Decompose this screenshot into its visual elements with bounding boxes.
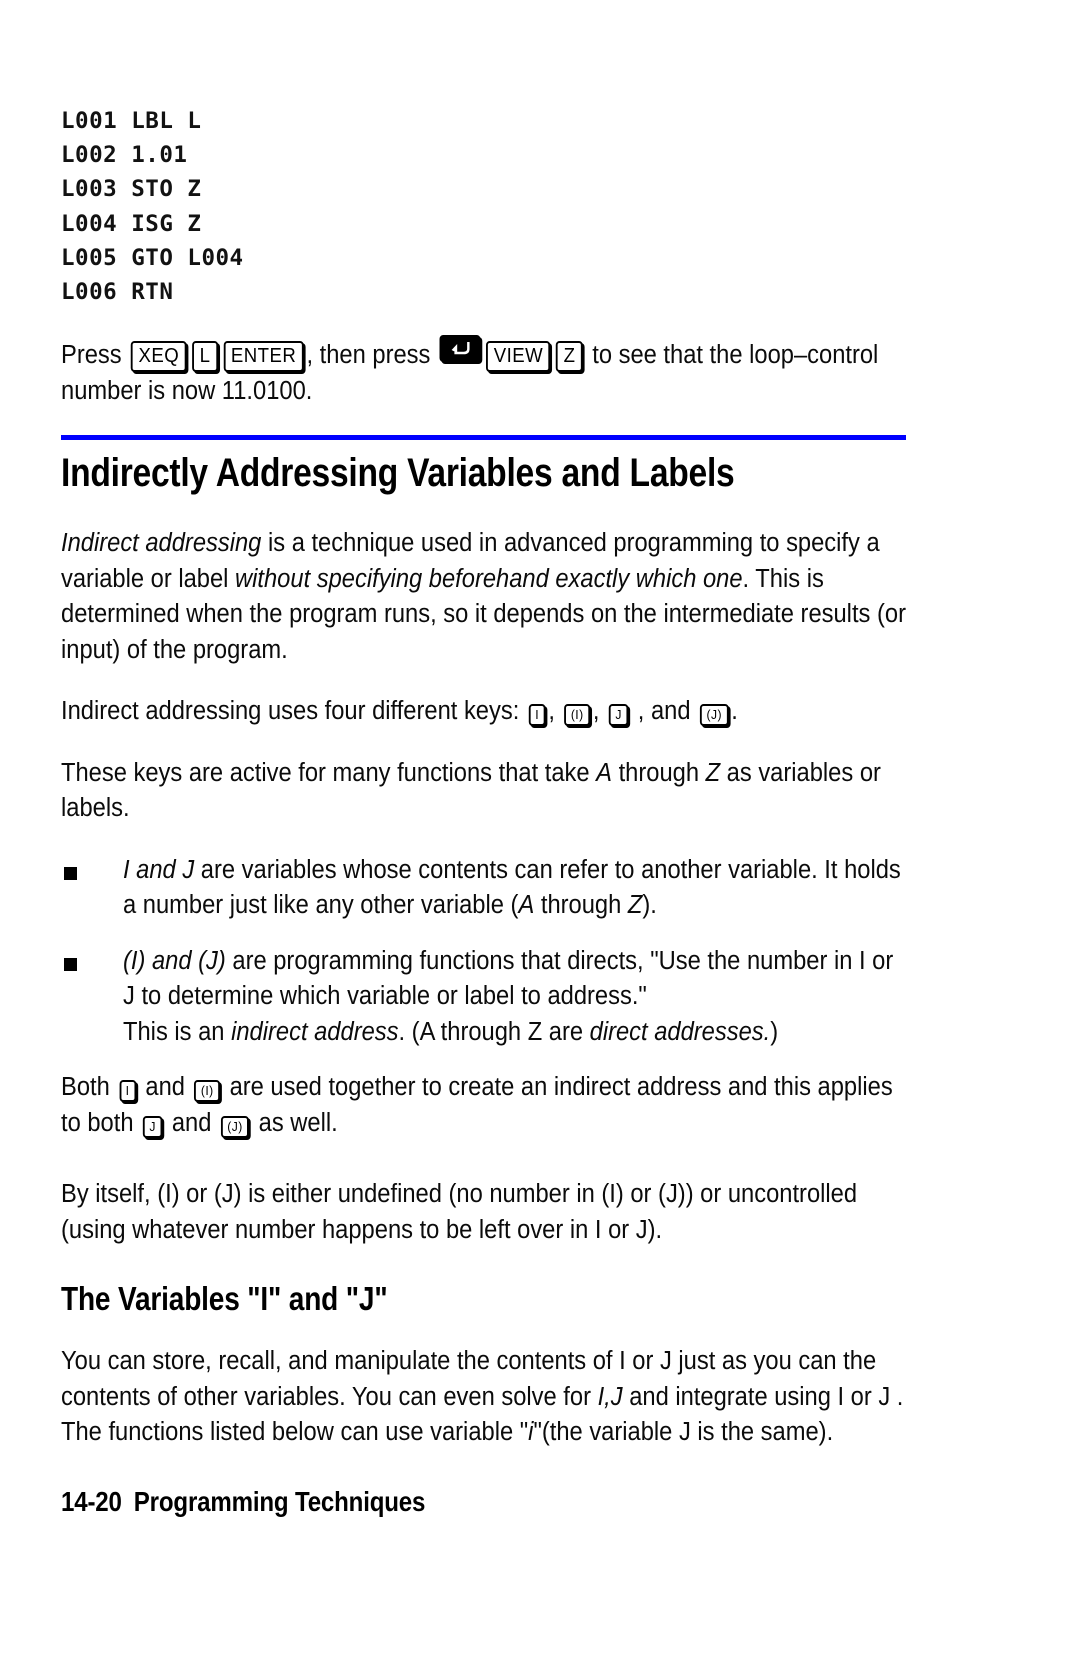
subsection-paragraph: You can store, recall, and manipulate th… <box>61 1344 910 1451</box>
press-instruction-paragraph: Press XEQ L ENTER, then press VIEW Z to see… <box>61 335 910 409</box>
bullet-1-tail: ). <box>642 891 657 920</box>
program-line: L001 LBL L <box>61 108 202 134</box>
key-i-indirect[interactable]: (I) <box>564 704 591 727</box>
bullet-2-italic-indirect: indirect address <box>231 1017 399 1046</box>
square-bullet-icon <box>64 866 77 880</box>
both-a: Both <box>61 1073 117 1102</box>
subsection-title: The Variables "I" and "J" <box>61 1280 388 1318</box>
bullet-2-line2-b: . (A through Z are <box>398 1017 590 1046</box>
bullet-2-line2-c: ) <box>770 1017 779 1046</box>
program-line: L005 GTO L004 <box>61 244 244 271</box>
then-press-label: , then press <box>306 341 437 370</box>
bullet-2-line2-a: This is an <box>123 1017 232 1046</box>
four-keys-and: , and <box>631 697 698 726</box>
active-keys-a: These keys are active for many functions… <box>61 758 597 787</box>
bullet-2-text: are programming functions that directs, … <box>123 946 894 1011</box>
bullet-2-italic-lead: (I) and (J) <box>123 946 233 975</box>
intro-paragraph: Indirect addressing is a technique used … <box>61 526 910 668</box>
page-footer: 14-20 Programming Techniques <box>61 1486 788 1518</box>
both-d: and <box>165 1108 218 1137</box>
four-keys-end: . <box>731 697 738 726</box>
four-keys-paragraph: Indirect addressing uses four different … <box>61 694 910 730</box>
key-j[interactable]: J <box>142 1115 163 1138</box>
key-i-indirect[interactable]: (I) <box>194 1080 221 1103</box>
intro-italic-phrase: without specifying beforehand exactly wh… <box>235 564 743 593</box>
bullet-2-italic-direct: direct addresses. <box>589 1017 771 1046</box>
section-divider-rule <box>61 435 906 441</box>
list-item: I and J are variables whose contents can… <box>61 853 906 924</box>
active-keys-var-a: A <box>596 758 612 787</box>
both-b: and <box>138 1073 192 1102</box>
key-l[interactable]: L <box>192 341 218 373</box>
key-j[interactable]: J <box>608 704 629 727</box>
key-j-indirect[interactable]: (J) <box>699 704 729 727</box>
press-label: Press <box>61 341 129 370</box>
program-line: L004 ISG Z <box>61 210 202 237</box>
active-keys-paragraph: These keys are active for many functions… <box>61 756 910 827</box>
key-enter[interactable]: ENTER <box>223 341 304 373</box>
bullet-text: I and J are variables whose contents can… <box>123 853 909 924</box>
active-keys-c: through <box>611 758 706 787</box>
by-itself-paragraph: By itself, (I) or (J) is either undefine… <box>61 1180 858 1244</box>
indirect-address-bullet-list: I and J are variables whose contents can… <box>61 853 906 1051</box>
subsection-body-c: "(the variable J is the same). <box>533 1418 834 1447</box>
program-line: L003 STO Z <box>61 176 202 203</box>
program-listing: L001 LBL L L002 1.01 L003 STO Z L004 ISG… <box>61 104 906 309</box>
manual-page: L001 LBL L L002 1.01 L003 STO Z L004 ISG… <box>0 0 1080 1673</box>
active-keys-var-z: Z <box>705 758 721 787</box>
key-j-indirect[interactable]: (J) <box>220 1115 250 1138</box>
subsection-italic-ij: I,J <box>597 1382 623 1411</box>
bullet-text: (I) and (J) are programming functions th… <box>123 944 909 1051</box>
page-number: 14-20 <box>61 1486 122 1517</box>
key-i[interactable]: I <box>528 704 546 727</box>
footer-chapter-title: Programming Techniques <box>133 1486 426 1517</box>
bullet-1-italic-lead: I and J <box>123 855 201 884</box>
program-line: L006 RTN <box>61 279 174 306</box>
bullet-1-var-z: Z <box>627 891 643 920</box>
program-line: L002 1.01 <box>61 142 188 169</box>
page-content: L001 LBL L L002 1.01 L003 STO Z L004 ISG… <box>61 104 906 1477</box>
key-i[interactable]: I <box>119 1080 137 1103</box>
key-view[interactable]: VIEW <box>486 341 551 373</box>
four-keys-sep-1: , <box>548 697 562 726</box>
four-keys-sep-2: , <box>592 697 607 726</box>
key-z[interactable]: Z <box>556 341 583 373</box>
page-title: Indirectly Addressing Variables and Labe… <box>61 451 735 496</box>
intro-italic-term: Indirect addressing <box>61 529 262 558</box>
four-keys-lead: Indirect addressing uses four different … <box>61 697 526 726</box>
shift-left-arrow-icon[interactable] <box>439 335 481 363</box>
list-item: (I) and (J) are programming functions th… <box>61 944 906 1051</box>
square-bullet-icon <box>64 957 77 971</box>
bullet-1-mid: through <box>534 891 628 920</box>
key-xeq[interactable]: XEQ <box>131 341 187 373</box>
both-keys-paragraph: Both I and (I) are used together to crea… <box>61 1070 910 1141</box>
bullet-1-text: are variables whose contents can refer t… <box>123 855 901 920</box>
both-e: as well. <box>252 1108 338 1137</box>
bullet-1-var-a: A <box>518 891 535 920</box>
